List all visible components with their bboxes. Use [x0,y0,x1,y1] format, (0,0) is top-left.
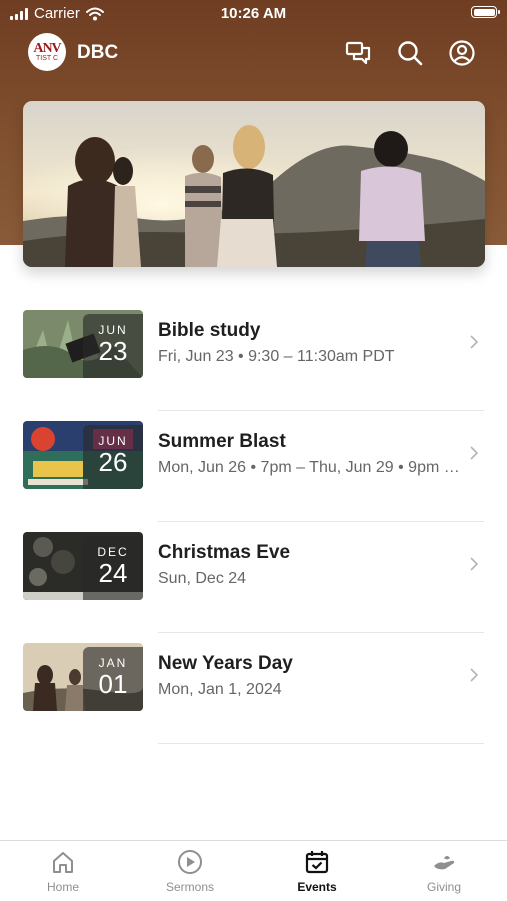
event-title: Summer Blast [158,431,286,452]
home-icon [53,852,73,873]
event-day: 26 [98,447,128,477]
event-subtitle: Sun, Dec 24 [158,570,247,587]
logo-text-bottom: TIST C [35,54,59,62]
row-divider [158,743,484,744]
events-list: JUN 23 Bible study Fri, Jun 23 • 9:30 – … [0,300,507,744]
event-row-summer-blast[interactable]: JUN 26 Summer Blast Mon, Jun 26 • 7pm – … [0,411,507,522]
hero-banner-image[interactable] [23,101,485,267]
event-day: 24 [98,558,128,588]
event-row-new-years-day[interactable]: JAN 01 New Years Day Mon, Jan 1, 2024 [0,633,507,744]
tab-giving[interactable]: Giving [394,849,494,894]
date-badge: DEC 24 [83,536,143,600]
event-month: JUN [98,434,128,448]
tab-sermons[interactable]: Sermons [140,849,240,894]
app-bar-actions [343,38,477,68]
account-icon[interactable] [447,38,477,68]
tab-home[interactable]: Home [13,849,113,894]
date-badge: JUN 23 [83,314,143,378]
event-thumbnail: JUN 23 [23,310,143,378]
chevron-right-icon [470,557,479,571]
event-subtitle: Fri, Jun 23 • 9:30 – 11:30am PDT [158,348,395,365]
event-title: Christmas Eve [158,542,291,563]
app-bar: ANV TIST C DBC [0,30,507,76]
event-title: New Years Day [158,653,293,674]
status-bar: Carrier 10:26 AM [0,0,507,28]
event-day: 23 [98,336,128,366]
event-thumbnail: DEC 24 [23,532,143,600]
tab-bar: Home Sermons Events Giving [0,840,507,901]
event-subtitle: Mon, Jun 26 • 7pm – Thu, Jun 29 • 9pm PD… [158,459,468,476]
tab-label: Home [46,880,79,894]
church-logo[interactable]: ANV TIST C [28,33,66,71]
event-row-bible-study[interactable]: JUN 23 Bible study Fri, Jun 23 • 9:30 – … [0,300,507,411]
event-thumbnail: JAN 01 [23,643,143,711]
chat-bubbles-icon[interactable] [343,38,373,68]
event-month: JAN [98,656,128,670]
event-day: 01 [98,669,128,699]
event-month: JUN [98,323,128,337]
event-thumbnail: JUN 26 [23,421,143,489]
event-subtitle: Mon, Jan 1, 2024 [158,681,282,698]
date-badge: JUN 26 [83,425,143,489]
calendar-check-icon [305,851,329,874]
tab-label: Events [297,880,337,894]
battery-icon [471,6,500,18]
date-badge: JAN 01 [83,647,143,711]
event-row-christmas-eve[interactable]: DEC 24 Christmas Eve Sun, Dec 24 [0,522,507,633]
giving-hand-icon [434,856,455,870]
search-icon[interactable] [395,38,425,68]
event-title: Bible study [158,320,261,341]
event-month: DEC [97,545,129,559]
logo-text-top: ANV [33,40,61,56]
tab-label: Giving [426,880,461,894]
play-circle-icon [178,850,202,874]
chevron-right-icon [470,335,479,349]
status-time: 10:26 AM [220,5,287,22]
tab-label: Sermons [165,880,215,894]
chevron-right-icon [470,446,479,460]
chevron-right-icon [470,668,479,682]
brand-title: DBC [77,42,119,63]
tab-events[interactable]: Events [267,849,367,894]
